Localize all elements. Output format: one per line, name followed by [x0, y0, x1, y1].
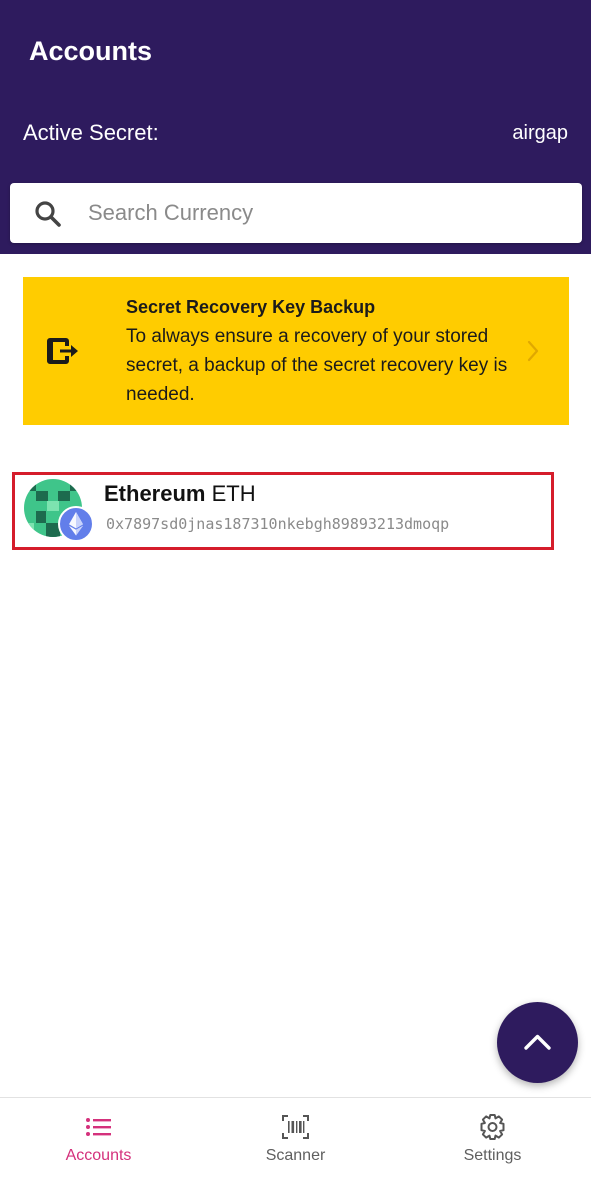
- exit-to-app-icon: [47, 338, 78, 364]
- banner-title: Secret Recovery Key Backup: [126, 297, 376, 317]
- list-icon: [86, 1118, 111, 1136]
- tab-accounts[interactable]: Accounts: [0, 1098, 197, 1179]
- tab-scanner[interactable]: Scanner: [197, 1098, 394, 1179]
- page-title: Accounts: [29, 36, 153, 66]
- tab-scanner-label: Scanner: [265, 1147, 326, 1164]
- bottom-tab-bar: Accounts Scanner Settings: [0, 1097, 591, 1179]
- tab-accounts-label: Accounts: [65, 1147, 132, 1164]
- account-item-ethereum[interactable]: Ethereum ETH 0x7897sd0jnas187310nkebgh89…: [12, 472, 554, 550]
- chevron-right-icon: [527, 340, 539, 362]
- tab-settings-label: Settings: [463, 1147, 522, 1164]
- active-secret-value[interactable]: airgap: [512, 122, 568, 145]
- ethereum-icon: [58, 506, 94, 542]
- account-address: 0x7897sd0jnas187310nkebgh89893213dmoqp: [106, 515, 450, 533]
- banner-text: To always ensure a recovery of your stor…: [126, 326, 508, 405]
- search-bar[interactable]: [10, 183, 582, 243]
- app-header: Accounts Active Secret: airgap: [0, 0, 591, 254]
- scroll-up-button[interactable]: [497, 1002, 578, 1083]
- tab-settings[interactable]: Settings: [394, 1098, 591, 1179]
- search-icon: [35, 201, 61, 227]
- account-currency-name: Ethereum: [104, 481, 206, 506]
- chevron-up-icon: [524, 1034, 551, 1050]
- account-name: Ethereum ETH: [104, 481, 256, 507]
- account-symbol: ETH: [211, 481, 256, 506]
- search-input[interactable]: [88, 183, 568, 243]
- active-secret-label: Active Secret:: [23, 120, 159, 145]
- gear-icon: [480, 1114, 505, 1140]
- barcode-scanner-icon: [282, 1115, 309, 1139]
- backup-banner[interactable]: Secret Recovery Key Backup To always ens…: [23, 277, 569, 425]
